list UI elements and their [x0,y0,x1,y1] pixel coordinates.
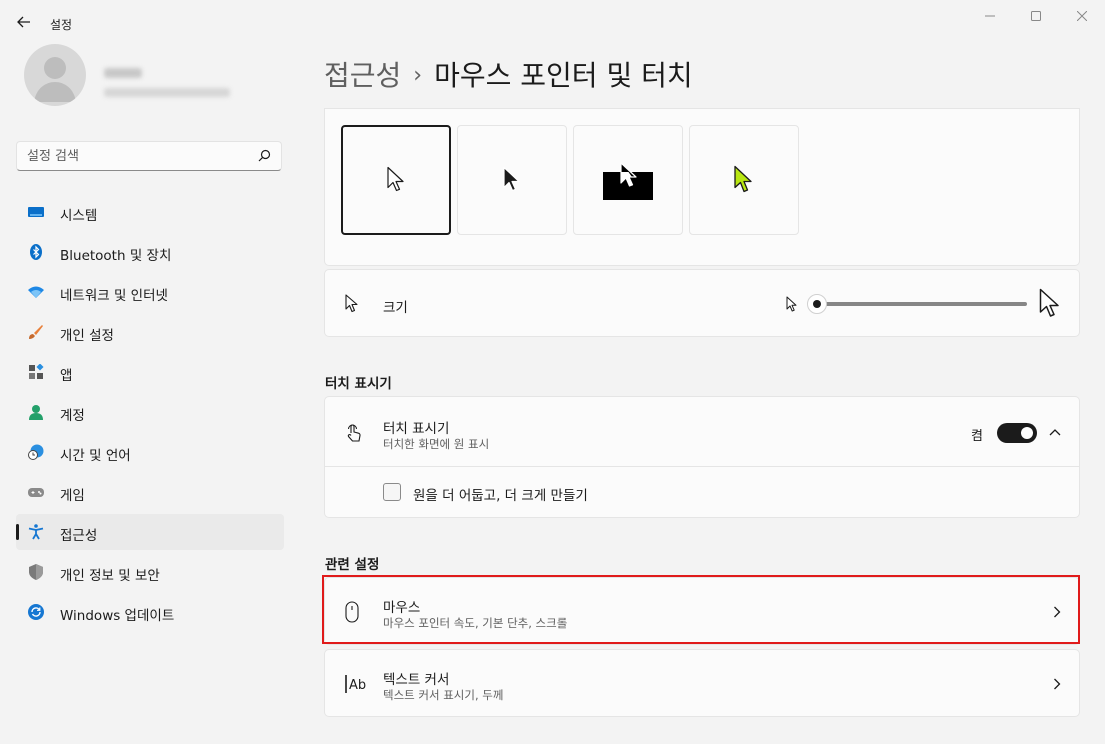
sidebar-item-personalization[interactable]: 개인 설정 [16,314,284,350]
related-mouse-row[interactable]: 마우스 마우스 포인터 속도, 기본 단추, 스크롤 [324,577,1080,645]
close-button[interactable] [1059,0,1105,32]
sidebar-item-gaming[interactable]: 게임 [16,474,284,510]
related-text-cursor-row[interactable]: Ab 텍스트 커서 텍스트 커서 표시기, 두께 [324,649,1080,717]
back-button[interactable] [12,10,36,34]
close-icon [1077,11,1087,21]
page-title: 마우스 포인터 및 터치 [434,59,693,92]
pointer-style-custom[interactable] [689,125,799,235]
chevron-up-icon[interactable] [1049,428,1061,436]
sidebar-item-network[interactable]: 네트워크 및 인터넷 [16,274,284,310]
sidebar-item-privacy[interactable]: 개인 정보 및 보안 [16,554,284,590]
checkbox-label: 원을 더 어둡고, 더 크게 만들기 [413,488,588,504]
sidebar-item-label: Bluetooth 및 장치 [60,248,172,264]
sidebar-item-label: 접근성 [60,528,98,544]
sidebar-item-label: 앱 [60,368,73,384]
gaming-icon [28,488,44,497]
touch-section-title: 터치 표시기 [325,376,392,392]
maximize-button[interactable] [1013,0,1059,32]
divider [325,466,1079,467]
title-bar: 설정 [0,0,1105,46]
sidebar-item-label: Windows 업데이트 [60,608,175,624]
network-icon [28,286,44,298]
search-input[interactable] [27,147,247,165]
touch-indicator-toggle[interactable] [997,423,1037,443]
minimize-icon [985,15,995,17]
chevron-right-icon [1054,678,1061,690]
sidebar-item-system[interactable]: 시스템 [16,194,284,230]
sidebar-item-label: 시간 및 언어 [60,448,131,464]
apps-icon [29,364,44,379]
custom-color-pointer-icon [734,165,752,193]
sidebar-item-label: 개인 설정 [60,328,114,344]
touch-indicator-card: 터치 표시기 터치한 화면에 원 표시 켬 원을 더 어둡고, 더 크게 만들기 [324,396,1080,518]
sidebar-nav: 시스템 Bluetooth 및 장치 네트워크 및 인터넷 개인 설정 앱 계정… [16,194,284,634]
time-language-icon [28,444,44,460]
size-slider-track[interactable] [819,302,1027,306]
sidebar-item-accounts[interactable]: 계정 [16,394,284,430]
windows-update-icon [28,604,44,620]
small-pointer-icon [786,296,797,312]
pointer-icon [345,294,358,313]
sidebar-item-label: 시스템 [60,208,98,224]
user-profile[interactable] [16,44,286,124]
system-icon [28,207,44,217]
large-pointer-icon [1039,288,1059,317]
sidebar-item-label: 개인 정보 및 보안 [60,568,160,584]
black-pointer-icon [503,166,520,192]
profile-email-blurred [104,88,230,97]
profile-name-blurred [104,68,142,78]
sidebar-item-time-language[interactable]: 시간 및 언어 [16,434,284,470]
breadcrumb-separator: › [413,63,423,88]
avatar [24,44,86,106]
inverted-pointer-icon [603,162,653,200]
app-title: 설정 [50,18,73,32]
pointer-size-card: 크기 [324,269,1080,337]
personalization-icon [29,325,43,339]
touch-gesture-icon [347,424,361,442]
chevron-right-icon [1054,606,1061,618]
related-settings-title: 관련 설정 [325,557,380,573]
sidebar-item-label: 계정 [60,408,85,424]
breadcrumb: 접근성 › 마우스 포인터 및 터치 [324,54,693,94]
size-label: 크기 [383,300,408,316]
touch-indicator-title: 터치 표시기 [383,421,450,437]
svg-text:Ab: Ab [349,678,366,693]
sidebar-item-label: 네트워크 및 인터넷 [60,288,168,304]
selection-indicator [16,524,19,540]
text-cursor-subtitle: 텍스트 커서 표시기, 두께 [383,688,504,702]
text-cursor-icon: Ab [345,675,366,693]
toggle-state-label: 켬 [971,429,983,444]
accounts-icon [29,405,43,420]
pointer-style-inverted[interactable] [573,125,683,235]
mouse-title: 마우스 [383,600,421,616]
search-icon[interactable] [258,149,271,162]
sidebar-item-windows-update[interactable]: Windows 업데이트 [16,594,284,630]
pointer-style-white[interactable] [341,125,451,235]
sidebar-item-label: 게임 [60,488,85,504]
text-cursor-title: 텍스트 커서 [383,672,450,688]
minimize-button[interactable] [967,0,1013,32]
touch-indicator-subtitle: 터치한 화면에 원 표시 [383,437,490,451]
darker-larger-circle-checkbox[interactable] [383,483,401,501]
sidebar-item-bluetooth[interactable]: Bluetooth 및 장치 [16,234,284,270]
size-slider-thumb[interactable] [807,294,827,314]
back-arrow-icon [17,16,30,28]
accessibility-icon [28,524,44,540]
search-box[interactable] [16,141,282,171]
maximize-icon [1031,11,1041,21]
mouse-icon [345,601,359,623]
sidebar-item-apps[interactable]: 앱 [16,354,284,390]
pointer-style-card [324,108,1080,266]
pointer-style-black[interactable] [457,125,567,235]
sidebar-item-accessibility[interactable]: 접근성 [16,514,284,550]
breadcrumb-parent[interactable]: 접근성 [324,59,401,92]
privacy-shield-icon [29,564,43,580]
mouse-subtitle: 마우스 포인터 속도, 기본 단추, 스크롤 [383,616,568,630]
white-pointer-icon [387,166,404,192]
bluetooth-icon [30,244,42,260]
